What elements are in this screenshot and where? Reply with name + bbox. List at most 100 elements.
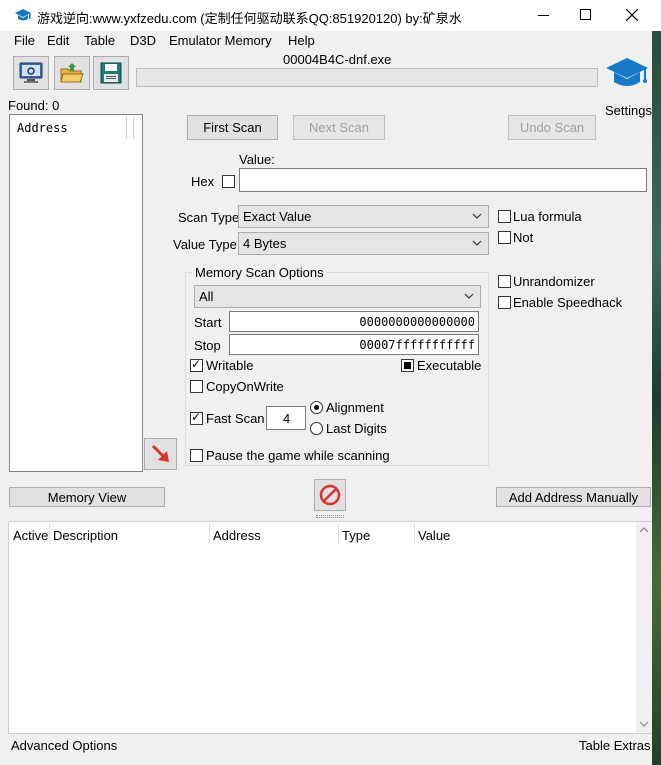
process-name: 00004B4C-dnf.exe — [283, 52, 392, 67]
first-scan-button[interactable]: First Scan — [187, 115, 278, 140]
splitter-grip[interactable] — [316, 515, 344, 518]
next-scan-button[interactable]: Next Scan — [293, 115, 385, 140]
column-divider — [126, 117, 127, 139]
not-label[interactable]: Not — [513, 230, 533, 245]
settings-graduation-cap-icon[interactable] — [604, 56, 650, 94]
memory-region-select[interactable]: All — [194, 285, 481, 308]
maximize-button[interactable] — [566, 0, 612, 31]
fast-scan-value-input[interactable]: 4 — [266, 406, 306, 430]
start-label: Start — [194, 315, 222, 330]
lua-formula-checkbox[interactable] — [498, 210, 511, 223]
address-column-header[interactable]: Address — [17, 121, 68, 135]
stop-address-value: 00007fffffffffff — [359, 338, 475, 352]
unrandomizer-label[interactable]: Unrandomizer — [513, 274, 595, 289]
chevron-down-icon — [464, 293, 474, 299]
value-label: Value: — [239, 152, 275, 167]
scroll-up-icon[interactable] — [639, 525, 649, 535]
computer-icon — [19, 62, 43, 83]
cheat-table-scrollbar[interactable] — [636, 522, 652, 733]
fast-scan-checkbox[interactable] — [190, 410, 203, 425]
desktop-background-strip — [652, 31, 661, 765]
menu-edit[interactable]: Edit — [47, 33, 69, 48]
open-process-button[interactable] — [13, 56, 49, 90]
save-button[interactable] — [93, 56, 129, 90]
close-button[interactable] — [612, 0, 652, 31]
scan-type-label: Scan Type — [178, 210, 240, 225]
copyonwrite-checkbox[interactable] — [190, 380, 203, 393]
copyonwrite-label[interactable]: CopyOnWrite — [206, 379, 284, 394]
undo-scan-button[interactable]: Undo Scan — [508, 115, 596, 140]
not-checkbox[interactable] — [498, 231, 511, 244]
executable-label[interactable]: Executable — [417, 358, 481, 373]
start-address-input[interactable]: 0000000000000000 — [229, 311, 479, 332]
scan-progress-bar — [136, 68, 598, 87]
cheat-table[interactable]: Active Description Address Type Value — [8, 521, 652, 734]
value-input[interactable] — [239, 168, 647, 192]
app-icon — [15, 9, 31, 21]
column-divider — [338, 524, 339, 544]
add-to-list-button[interactable] — [144, 438, 177, 470]
maximize-icon — [580, 9, 591, 20]
advanced-options-link[interactable]: Advanced Options — [11, 738, 117, 753]
title-bar: 游戏逆向:www.yxfzedu.com (定制任何驱动联系QQ:8519201… — [0, 0, 661, 31]
no-entry-icon — [319, 484, 341, 506]
settings-label[interactable]: Settings — [605, 103, 652, 118]
stop-address-input[interactable]: 00007fffffffffff — [229, 334, 479, 355]
add-address-manually-button[interactable]: Add Address Manually — [496, 487, 651, 507]
last-digits-radio[interactable] — [310, 422, 323, 435]
pause-game-label[interactable]: Pause the game while scanning — [206, 448, 390, 463]
writable-checkbox[interactable] — [190, 357, 203, 372]
chevron-down-icon — [472, 213, 482, 219]
column-divider — [414, 524, 415, 544]
column-active[interactable]: Active — [13, 528, 48, 543]
memory-view-button[interactable]: Memory View — [9, 487, 165, 507]
indeterminate-mark — [404, 362, 411, 369]
memory-region-value: All — [199, 289, 214, 304]
scan-type-value: Exact Value — [243, 209, 312, 224]
column-description[interactable]: Description — [53, 528, 118, 543]
fast-scan-label[interactable]: Fast Scan — [206, 411, 265, 426]
last-digits-label[interactable]: Last Digits — [326, 421, 387, 436]
stop-scan-button[interactable] — [314, 479, 346, 511]
cheat-table-header: Active Description Address Type Value — [9, 522, 635, 546]
alignment-radio[interactable] — [310, 401, 323, 414]
fast-scan-value: 4 — [283, 411, 291, 426]
hex-label: Hex — [191, 174, 215, 189]
minimize-button[interactable] — [520, 0, 566, 31]
scan-type-select[interactable]: Exact Value — [238, 205, 489, 228]
found-address-list[interactable]: Address — [9, 114, 143, 472]
column-value[interactable]: Value — [418, 528, 450, 543]
lua-formula-label[interactable]: Lua formula — [513, 209, 582, 224]
found-count: Found: 0 — [8, 98, 60, 113]
memory-scan-options-title: Memory Scan Options — [192, 265, 327, 280]
value-type-value: 4 Bytes — [243, 236, 287, 251]
chevron-down-icon — [472, 240, 482, 246]
menu-table[interactable]: Table — [84, 33, 115, 48]
alignment-label[interactable]: Alignment — [326, 400, 384, 415]
speedhack-label[interactable]: Enable Speedhack — [513, 295, 622, 310]
close-icon — [626, 9, 638, 21]
hex-checkbox[interactable] — [222, 175, 235, 188]
speedhack-checkbox[interactable] — [498, 296, 511, 309]
value-type-select[interactable]: 4 Bytes — [238, 232, 489, 255]
executable-checkbox[interactable] — [401, 359, 414, 372]
menu-d3d[interactable]: D3D — [130, 33, 156, 48]
column-type[interactable]: Type — [342, 528, 370, 543]
unrandomizer-checkbox[interactable] — [498, 275, 511, 288]
column-divider — [209, 524, 210, 544]
value-type-label: Value Type — [173, 237, 237, 252]
column-divider — [49, 524, 50, 544]
floppy-disk-icon — [100, 62, 122, 84]
red-arrow-icon — [151, 444, 169, 462]
writable-label[interactable]: Writable — [206, 358, 253, 373]
menu-emulator-memory[interactable]: Emulator Memory — [169, 33, 272, 48]
menu-file[interactable]: File — [14, 33, 35, 48]
stop-label: Stop — [194, 338, 221, 353]
column-address[interactable]: Address — [213, 528, 261, 543]
pause-game-checkbox[interactable] — [190, 449, 203, 462]
scroll-down-icon[interactable] — [639, 719, 649, 729]
menu-help[interactable]: Help — [288, 33, 315, 48]
table-extras-link[interactable]: Table Extras — [579, 738, 651, 753]
window-title: 游戏逆向:www.yxfzedu.com (定制任何驱动联系QQ:8519201… — [37, 11, 462, 26]
open-file-button[interactable] — [54, 56, 90, 90]
